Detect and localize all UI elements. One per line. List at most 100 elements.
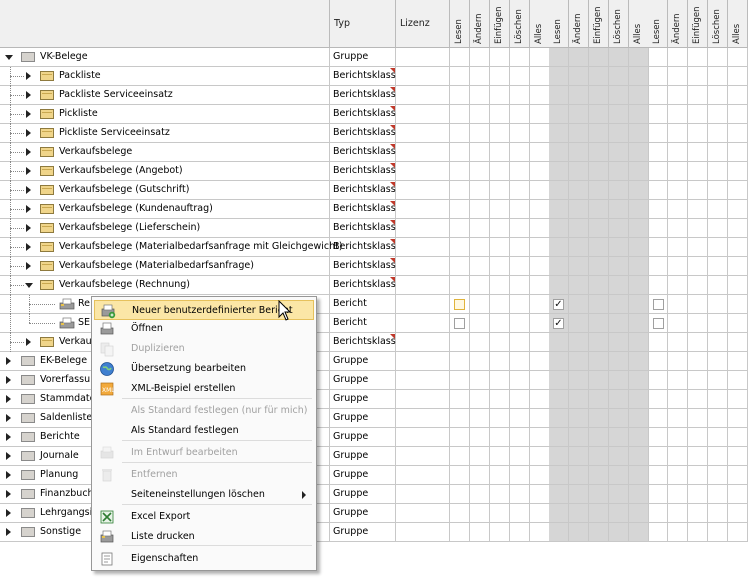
perm-column-header-2-1[interactable]: Lesen: [549, 0, 569, 48]
perm-cell[interactable]: [569, 314, 589, 333]
perm-cell[interactable]: [629, 314, 649, 333]
expand-arrow-icon[interactable]: [26, 91, 31, 99]
perm-cell[interactable]: [450, 447, 470, 466]
perm-cell[interactable]: [510, 48, 530, 67]
perm-cell[interactable]: [530, 67, 550, 86]
perm-cell[interactable]: [490, 523, 510, 542]
menu-item-excel-export[interactable]: Excel Export: [94, 507, 314, 527]
perm-cell[interactable]: [510, 295, 530, 314]
perm-cell[interactable]: [450, 333, 470, 352]
perm-cell[interactable]: [530, 371, 550, 390]
perm-cell[interactable]: [530, 48, 550, 67]
perm-cell[interactable]: [648, 428, 668, 447]
perm-cell[interactable]: [450, 504, 470, 523]
perm-cell[interactable]: [648, 143, 668, 162]
perm-column-header-2-4[interactable]: Löschen: [609, 0, 629, 48]
lizenz-cell[interactable]: [396, 409, 450, 428]
perm-cell[interactable]: [589, 162, 609, 181]
perm-column-header-1-1[interactable]: Lesen: [450, 0, 470, 48]
perm-cell[interactable]: [549, 390, 569, 409]
expand-arrow-icon[interactable]: [6, 414, 11, 422]
lizenz-cell[interactable]: [396, 238, 450, 257]
tree-row[interactable]: Pickliste Berichtsklass: [0, 105, 748, 124]
perm-cell[interactable]: [510, 523, 530, 542]
perm-cell[interactable]: [470, 257, 490, 276]
perm-cell[interactable]: [490, 371, 510, 390]
perm-cell[interactable]: [609, 257, 629, 276]
tree-row[interactable]: Packliste Berichtsklass: [0, 67, 748, 86]
perm-cell[interactable]: [549, 238, 569, 257]
perm-cell[interactable]: [708, 162, 728, 181]
expand-arrow-icon[interactable]: [26, 262, 31, 270]
perm-cell[interactable]: [609, 238, 629, 257]
perm-cell[interactable]: [470, 466, 490, 485]
perm-cell[interactable]: [648, 67, 668, 86]
perm-cell[interactable]: [609, 390, 629, 409]
perm-cell[interactable]: [450, 276, 470, 295]
perm-cell[interactable]: [450, 390, 470, 409]
lizenz-column-header[interactable]: Lizenz: [396, 0, 450, 48]
perm-cell[interactable]: [728, 485, 748, 504]
perm-cell[interactable]: [589, 447, 609, 466]
perm-cell[interactable]: [450, 485, 470, 504]
perm-cell[interactable]: [490, 124, 510, 143]
perm-cell[interactable]: [569, 86, 589, 105]
perm-cell[interactable]: [450, 67, 470, 86]
collapse-arrow-icon[interactable]: [5, 55, 13, 60]
perm-cell[interactable]: [589, 428, 609, 447]
perm-cell[interactable]: [688, 238, 708, 257]
perm-cell[interactable]: [609, 485, 629, 504]
perm-cell[interactable]: [490, 238, 510, 257]
perm-cell[interactable]: [609, 105, 629, 124]
expand-arrow-icon[interactable]: [6, 509, 11, 517]
expand-arrow-icon[interactable]: [6, 357, 11, 365]
perm-cell[interactable]: [569, 67, 589, 86]
perm-cell[interactable]: [569, 200, 589, 219]
perm-cell[interactable]: [589, 504, 609, 523]
perm-cell[interactable]: [569, 124, 589, 143]
perm-cell[interactable]: [569, 409, 589, 428]
perm-cell[interactable]: [648, 86, 668, 105]
perm-cell[interactable]: [688, 295, 708, 314]
perm-cell[interactable]: [470, 333, 490, 352]
perm-cell[interactable]: [728, 238, 748, 257]
perm-cell[interactable]: [668, 162, 688, 181]
collapse-arrow-icon[interactable]: [25, 283, 33, 288]
perm-cell[interactable]: [668, 485, 688, 504]
perm-cell[interactable]: [490, 314, 510, 333]
tree-row[interactable]: Verkaufsbelege (Lieferschein) Berichtskla…: [0, 219, 748, 238]
perm-cell[interactable]: [629, 504, 649, 523]
perm-cell[interactable]: [470, 124, 490, 143]
perm-cell[interactable]: [490, 504, 510, 523]
perm-cell[interactable]: [728, 390, 748, 409]
perm-cell[interactable]: [549, 485, 569, 504]
perm-cell[interactable]: [530, 523, 550, 542]
perm-cell[interactable]: [450, 200, 470, 219]
perm-cell[interactable]: [728, 219, 748, 238]
perm-cell[interactable]: [648, 447, 668, 466]
perm-cell[interactable]: [629, 238, 649, 257]
perm-cell[interactable]: [549, 428, 569, 447]
perm-cell[interactable]: [569, 276, 589, 295]
perm-cell[interactable]: [470, 238, 490, 257]
perm-cell[interactable]: [470, 485, 490, 504]
perm-cell[interactable]: [688, 200, 708, 219]
perm-cell[interactable]: [470, 143, 490, 162]
perm-cell[interactable]: [629, 409, 649, 428]
perm-cell[interactable]: [510, 143, 530, 162]
perm-cell[interactable]: [549, 523, 569, 542]
expand-arrow-icon[interactable]: [6, 452, 11, 460]
lizenz-cell[interactable]: [396, 485, 450, 504]
perm-cell[interactable]: [530, 219, 550, 238]
perm-cell[interactable]: [728, 257, 748, 276]
perm-cell[interactable]: [530, 200, 550, 219]
lizenz-cell[interactable]: [396, 124, 450, 143]
perm-cell[interactable]: [708, 295, 728, 314]
perm-cell[interactable]: [569, 485, 589, 504]
perm-cell[interactable]: [728, 48, 748, 67]
perm-cell[interactable]: [530, 447, 550, 466]
perm-cell[interactable]: [589, 219, 609, 238]
perm-cell[interactable]: [510, 390, 530, 409]
perm-cell[interactable]: [589, 409, 609, 428]
perm-cell[interactable]: [510, 200, 530, 219]
